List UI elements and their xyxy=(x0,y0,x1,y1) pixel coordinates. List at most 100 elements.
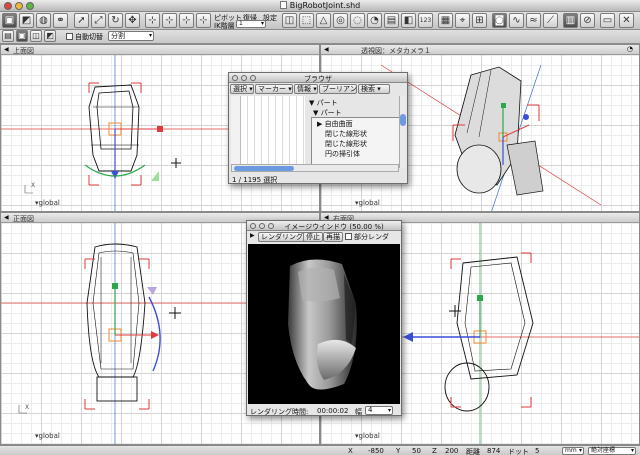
svg-text:X: X xyxy=(25,404,29,411)
dot-value: 5 xyxy=(535,447,540,455)
rotate-tool-icon[interactable]: ↻ xyxy=(108,13,123,28)
width-label: 幅 xyxy=(355,408,362,416)
image-window-titlebar[interactable]: イメージウインドウ (50.00 %) xyxy=(247,221,401,231)
tree-item-free-surface[interactable]: ▶ 自由曲面 xyxy=(317,119,353,129)
viewport-icon[interactable]: ▥ xyxy=(563,13,578,28)
secondary-toolbar: ▤ ▣ ◫ ◩ 自動切替 分割 ▾ xyxy=(0,30,640,44)
ik-dropdown[interactable]: 1 ▾ xyxy=(236,20,266,28)
tree-item-closed-line-2[interactable]: 閉じた線形状 xyxy=(325,139,367,149)
image-window[interactable]: イメージウインドウ (50.00 %) ▶ レンダリング 停止 再描 部分レンダ xyxy=(246,220,402,416)
partial-render-checkbox[interactable] xyxy=(345,233,352,240)
scroll-thumb[interactable] xyxy=(400,114,406,126)
image-window-title: イメージウインドウ (50.00 %) xyxy=(284,223,384,231)
render-time-value: 00:00:02 xyxy=(317,407,349,415)
object-mode-icon[interactable]: ◩ xyxy=(19,13,34,28)
sphere-icon[interactable]: ◍ xyxy=(36,13,51,28)
svg-text:X: X xyxy=(31,182,35,189)
coord-mode-dropdown[interactable]: 絶対座標 ▾ xyxy=(588,447,636,455)
width-dropdown[interactable]: 4 ▾ xyxy=(365,406,393,415)
render-button[interactable]: レンダリング xyxy=(258,232,306,242)
settings-panel-icon[interactable]: ▭ xyxy=(600,13,615,28)
link-icon[interactable]: ⚭ xyxy=(53,13,68,28)
shaded-icon[interactable]: ▣ xyxy=(16,30,28,42)
triangle-icon[interactable]: △ xyxy=(316,13,331,28)
torus-icon[interactable]: ◌ xyxy=(350,13,365,28)
app-window: BigRobotJoint.shd ▣ ◩ ◍ ⚭ ➚ ⤢ ↻ ✥ ⊹ ⊹ ⊹ … xyxy=(0,0,640,455)
close-image-window-button[interactable] xyxy=(250,223,256,229)
partial-render-label: 部分レンダ xyxy=(354,233,389,241)
coord-system-dropdown[interactable]: ▾global xyxy=(35,199,60,207)
expand-icon[interactable]: ▶ xyxy=(250,232,255,239)
coord-system-dropdown[interactable]: ▾global xyxy=(35,432,60,440)
browser-info-button[interactable]: 情報 ▾ xyxy=(294,84,318,94)
coord-system-dropdown[interactable]: ▾global xyxy=(355,199,380,207)
wireframe-icon[interactable]: ◫ xyxy=(30,30,42,42)
minimize-image-window-button[interactable] xyxy=(259,223,265,229)
distance-value: 874 xyxy=(487,447,501,455)
auto-switch-label: 自動切替 xyxy=(75,33,103,41)
dot-label: ドット xyxy=(508,448,529,455)
close-panel-icon[interactable]: ✕ xyxy=(619,13,634,28)
snap-icon[interactable]: ⊞ xyxy=(472,13,487,28)
tree-item-closed-line-1[interactable]: 閉じた線形状 xyxy=(325,129,367,139)
y-label: Y xyxy=(396,447,401,455)
stop-button[interactable]: 停止 xyxy=(303,232,323,242)
palette-title: ブラウザ xyxy=(304,75,332,83)
tree-item-part-root[interactable]: ▼ パート xyxy=(309,98,338,108)
sweep-icon[interactable]: ◧ xyxy=(401,13,416,28)
browser-boolean-button[interactable]: ブーリアン ▾ xyxy=(319,84,362,94)
z-label: Z xyxy=(432,447,437,455)
redraw-button[interactable]: 再描 xyxy=(323,232,343,242)
axis-icon[interactable]: ⌖ xyxy=(455,13,470,28)
browser-vertical-scrollbar[interactable] xyxy=(399,96,406,168)
arrow-select-icon[interactable]: ➚ xyxy=(74,13,89,28)
cube-view-icon[interactable]: ◫ xyxy=(282,13,297,28)
unit-dropdown[interactable]: mm ▾ xyxy=(562,447,584,455)
auto-switch-checkbox[interactable] xyxy=(66,33,73,40)
browser-search-button[interactable]: 検索 ▾ xyxy=(358,84,390,94)
axis-z-icon[interactable]: ⊹ xyxy=(179,13,194,28)
sphere-mesh-icon[interactable]: ◎ xyxy=(333,13,348,28)
selection-status: 1 / 1195 選択 xyxy=(232,176,278,184)
browser-select-button[interactable]: 選択 ▾ xyxy=(230,84,254,94)
box-icon[interactable]: ⬚ xyxy=(299,13,314,28)
disable-icon[interactable]: ⊘ xyxy=(580,13,595,28)
x-label: X xyxy=(348,447,353,455)
numeric-input-button[interactable]: 123 xyxy=(418,13,433,28)
split-dropdown[interactable]: 分割 ▾ xyxy=(108,31,154,41)
document-icon xyxy=(279,1,287,9)
main-toolbar: ▣ ◩ ◍ ⚭ ➚ ⤢ ↻ ✥ ⊹ ⊹ ⊹ ⊹ ピボット 復帰 設定 IK階層 … xyxy=(0,12,640,30)
cube-select-icon[interactable]: ▣ xyxy=(2,13,17,28)
extrude-icon[interactable]: ▤ xyxy=(384,13,399,28)
move-tool-icon[interactable]: ✥ xyxy=(125,13,140,28)
coord-system-dropdown[interactable]: ▾global xyxy=(355,432,380,440)
axis-x-icon[interactable]: ⊹ xyxy=(145,13,160,28)
render-view-icon[interactable]: ◙ xyxy=(492,13,507,28)
tree-lines xyxy=(241,96,305,168)
browser-palette[interactable]: ブラウザ 選択 ▾ マーカー ▾ 情報 ▾ ブーリアン ▾ 検索 ▾ ▼ パート… xyxy=(228,72,408,184)
browser-horizontal-scrollbar[interactable] xyxy=(231,164,399,172)
axis-all-icon[interactable]: ⊹ xyxy=(196,13,211,28)
tree-item-circle-sweep[interactable]: 円の掃引体 xyxy=(325,149,360,159)
browser-marker-button[interactable]: マーカー ▾ xyxy=(255,84,293,94)
palette-titlebar[interactable]: ブラウザ xyxy=(229,73,407,83)
window-titlebar[interactable]: BigRobotJoint.shd xyxy=(0,0,640,12)
layout-icon[interactable]: ▤ xyxy=(2,30,14,42)
tree-toggle-column xyxy=(231,96,241,168)
z-value: 200 xyxy=(445,447,459,455)
status-bar: X -850 Y 50 Z 200 距離 874 ドット 5 mm ▾ 絶対座標 ▾ xyxy=(0,445,640,455)
y-value: 50 xyxy=(412,447,421,455)
wave-icon[interactable]: ≈ xyxy=(526,13,541,28)
revolve-icon[interactable]: ◔ xyxy=(367,13,382,28)
texture-icon[interactable]: ◩ xyxy=(44,30,56,42)
distance-label: 距離 xyxy=(466,448,480,455)
hscroll-thumb[interactable] xyxy=(234,166,294,171)
render-canvas[interactable] xyxy=(248,244,400,404)
scale-tool-icon[interactable]: ⤢ xyxy=(91,13,106,28)
render-time-label: レンダリング時間: xyxy=(250,408,309,416)
curve-icon[interactable]: ∿ xyxy=(509,13,524,28)
window-title: BigRobotJoint.shd xyxy=(0,1,640,10)
graph-icon[interactable]: ⟋ xyxy=(543,13,558,28)
grid-icon[interactable]: ▦ xyxy=(438,13,453,28)
axis-y-icon[interactable]: ⊹ xyxy=(162,13,177,28)
